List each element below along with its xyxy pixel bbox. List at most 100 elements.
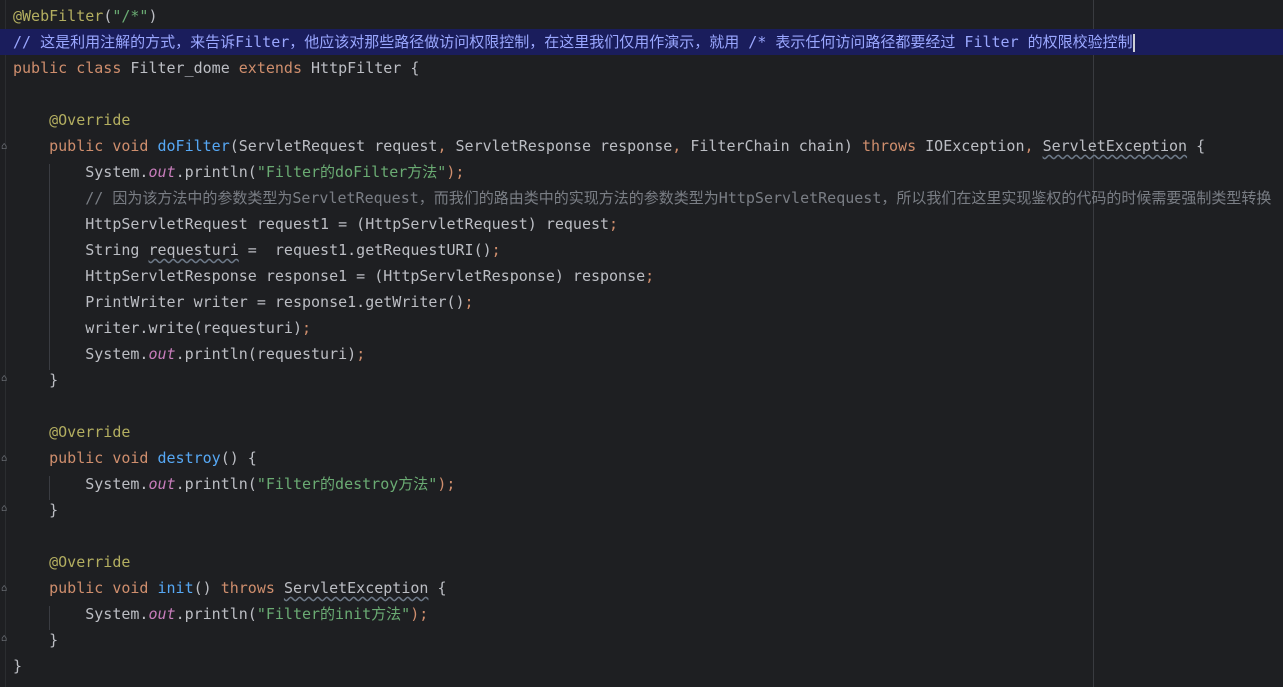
code-text: System.out.println("Filter的init方法"); xyxy=(13,601,428,627)
code-text: public void doFilter(ServletRequest requ… xyxy=(13,133,1205,159)
code-token: ); xyxy=(410,605,429,623)
code-text: // 这是利用注解的方式，来告诉Filter，他应该对那些路径做访问权限控制，在… xyxy=(13,29,1135,55)
code-token: extends xyxy=(238,59,312,77)
code-token: FilterChain chain) xyxy=(690,137,862,155)
code-token: public void xyxy=(13,579,158,597)
code-token: writer.write(requesturi) xyxy=(13,319,302,337)
code-token: out xyxy=(148,475,176,493)
code-token: public void xyxy=(13,449,158,467)
code-token: doFilter xyxy=(157,137,230,155)
code-text: public class Filter_dome extends HttpFil… xyxy=(13,55,419,81)
code-token: ; xyxy=(464,293,474,311)
code-line[interactable]: public class Filter_dome extends HttpFil… xyxy=(0,55,1283,81)
code-token: requesturi xyxy=(148,241,239,259)
code-text: String requesturi = request1.getRequestU… xyxy=(13,237,501,263)
code-token: HttpServletResponse response1 = (HttpSer… xyxy=(13,267,646,285)
code-line[interactable]: PrintWriter writer = response1.getWriter… xyxy=(0,289,1283,315)
code-line[interactable] xyxy=(0,393,1283,419)
code-line[interactable]: @Override xyxy=(0,419,1283,445)
code-text: writer.write(requesturi); xyxy=(13,315,311,341)
code-token: () { xyxy=(220,449,257,467)
code-line[interactable]: writer.write(requesturi); xyxy=(0,315,1283,341)
code-token: ServletException xyxy=(1042,137,1188,155)
code-token: out xyxy=(148,605,176,623)
code-token: @Override xyxy=(13,553,131,571)
code-line[interactable]: } xyxy=(0,653,1283,679)
code-line[interactable]: } xyxy=(0,367,1283,393)
code-line[interactable]: } xyxy=(0,627,1283,653)
code-token: ，所以我们在这里实现鉴权的代码的时候需要强制类型转换 xyxy=(881,189,1272,207)
code-text: } xyxy=(13,497,58,523)
code-text: @Override xyxy=(13,107,130,133)
code-token: @Override xyxy=(13,111,131,129)
code-token: PrintWriter writer = response1.getWriter… xyxy=(13,293,465,311)
code-line[interactable]: @WebFilter("/*") xyxy=(0,3,1283,29)
code-token: throws xyxy=(861,137,926,155)
code-token: System. xyxy=(13,345,149,363)
code-token: String xyxy=(13,241,149,259)
code-line[interactable] xyxy=(0,523,1283,549)
code-line[interactable]: System.out.println("Filter的destroy方法"); xyxy=(0,471,1283,497)
code-token: } xyxy=(13,371,59,389)
code-token: System. xyxy=(13,475,149,493)
code-token: .println( xyxy=(175,475,257,493)
code-token: ( xyxy=(103,7,113,25)
code-token: HttpFilter { xyxy=(311,59,420,77)
text-caret xyxy=(1132,33,1135,52)
code-line[interactable]: public void init() throws ServletExcepti… xyxy=(0,575,1283,601)
code-token: "Filter的doFilter方法" xyxy=(256,163,447,181)
code-line[interactable]: System.out.println(requesturi); xyxy=(0,341,1283,367)
code-token: out xyxy=(148,345,176,363)
code-line[interactable] xyxy=(0,81,1283,107)
code-token: ServletRequest xyxy=(292,189,419,207)
code-token: System. xyxy=(13,163,149,181)
code-line[interactable]: HttpServletResponse response1 = (HttpSer… xyxy=(0,263,1283,289)
code-line[interactable]: public void doFilter(ServletRequest requ… xyxy=(0,133,1283,159)
code-line-current[interactable]: // 这是利用注解的方式，来告诉Filter，他应该对那些路径做访问权限控制，在… xyxy=(0,29,1283,55)
code-text: } xyxy=(13,653,22,679)
code-token: , xyxy=(437,137,456,155)
code-token: (ServletRequest request xyxy=(229,137,438,155)
code-editor[interactable]: ⌂ ⌂ ⌂ ⌂ ⌂ ⌂ @WebFilter("/*")// 这是利用注解的方式… xyxy=(0,0,1283,687)
code-token: ) xyxy=(148,7,158,25)
code-line[interactable]: @Override xyxy=(0,107,1283,133)
code-token: { xyxy=(428,579,447,597)
code-token: } xyxy=(13,501,59,519)
code-token: destroy xyxy=(157,449,221,467)
code-token: ，而我们的路由类中的实现方法的参数类型为 xyxy=(418,189,719,207)
code-line[interactable]: System.out.println("Filter的doFilter方法"); xyxy=(0,159,1283,185)
code-text: @Override xyxy=(13,419,130,445)
code-text: public void destroy() { xyxy=(13,445,257,471)
code-token: .println( xyxy=(175,605,257,623)
code-text: // 因为该方法中的参数类型为ServletRequest，而我们的路由类中的实… xyxy=(13,185,1271,211)
code-token: // 因为该方法中的参数类型为 xyxy=(13,189,293,207)
code-token: "/*" xyxy=(112,7,149,25)
code-token: @WebFilter xyxy=(13,7,104,25)
code-token: } xyxy=(13,631,59,649)
code-line[interactable]: @Override xyxy=(0,549,1283,575)
code-line[interactable]: HttpServletRequest request1 = (HttpServl… xyxy=(0,211,1283,237)
code-token: "Filter的destroy方法" xyxy=(256,475,438,493)
code-token: "Filter的init方法" xyxy=(256,605,411,623)
code-token: // 这是利用注解的方式，来告诉Filter，他应该对那些路径做访问权限控制，在… xyxy=(13,33,1133,51)
code-token: ; xyxy=(645,267,655,285)
code-line[interactable]: System.out.println("Filter的init方法"); xyxy=(0,601,1283,627)
code-token: ; xyxy=(491,241,501,259)
code-token: public void xyxy=(13,137,158,155)
code-line[interactable]: } xyxy=(0,497,1283,523)
code-token: ; xyxy=(301,319,312,337)
code-text: System.out.println("Filter的doFilter方法"); xyxy=(13,159,464,185)
code-line[interactable]: public void destroy() { xyxy=(0,445,1283,471)
code-token: ServletException xyxy=(283,579,429,597)
code-text: public void init() throws ServletExcepti… xyxy=(13,575,447,601)
code-token: () xyxy=(193,579,221,597)
code-token: ServletResponse response xyxy=(455,137,673,155)
code-token: ; xyxy=(609,215,619,233)
code-text: HttpServletResponse response1 = (HttpSer… xyxy=(13,263,654,289)
code-line[interactable]: // 因为该方法中的参数类型为ServletRequest，而我们的路由类中的实… xyxy=(0,185,1283,211)
code-line[interactable]: String requesturi = request1.getRequestU… xyxy=(0,237,1283,263)
code-token: , xyxy=(672,137,691,155)
code-token: } xyxy=(13,657,23,675)
code-token: ; xyxy=(356,345,366,363)
code-token: , xyxy=(1024,137,1043,155)
